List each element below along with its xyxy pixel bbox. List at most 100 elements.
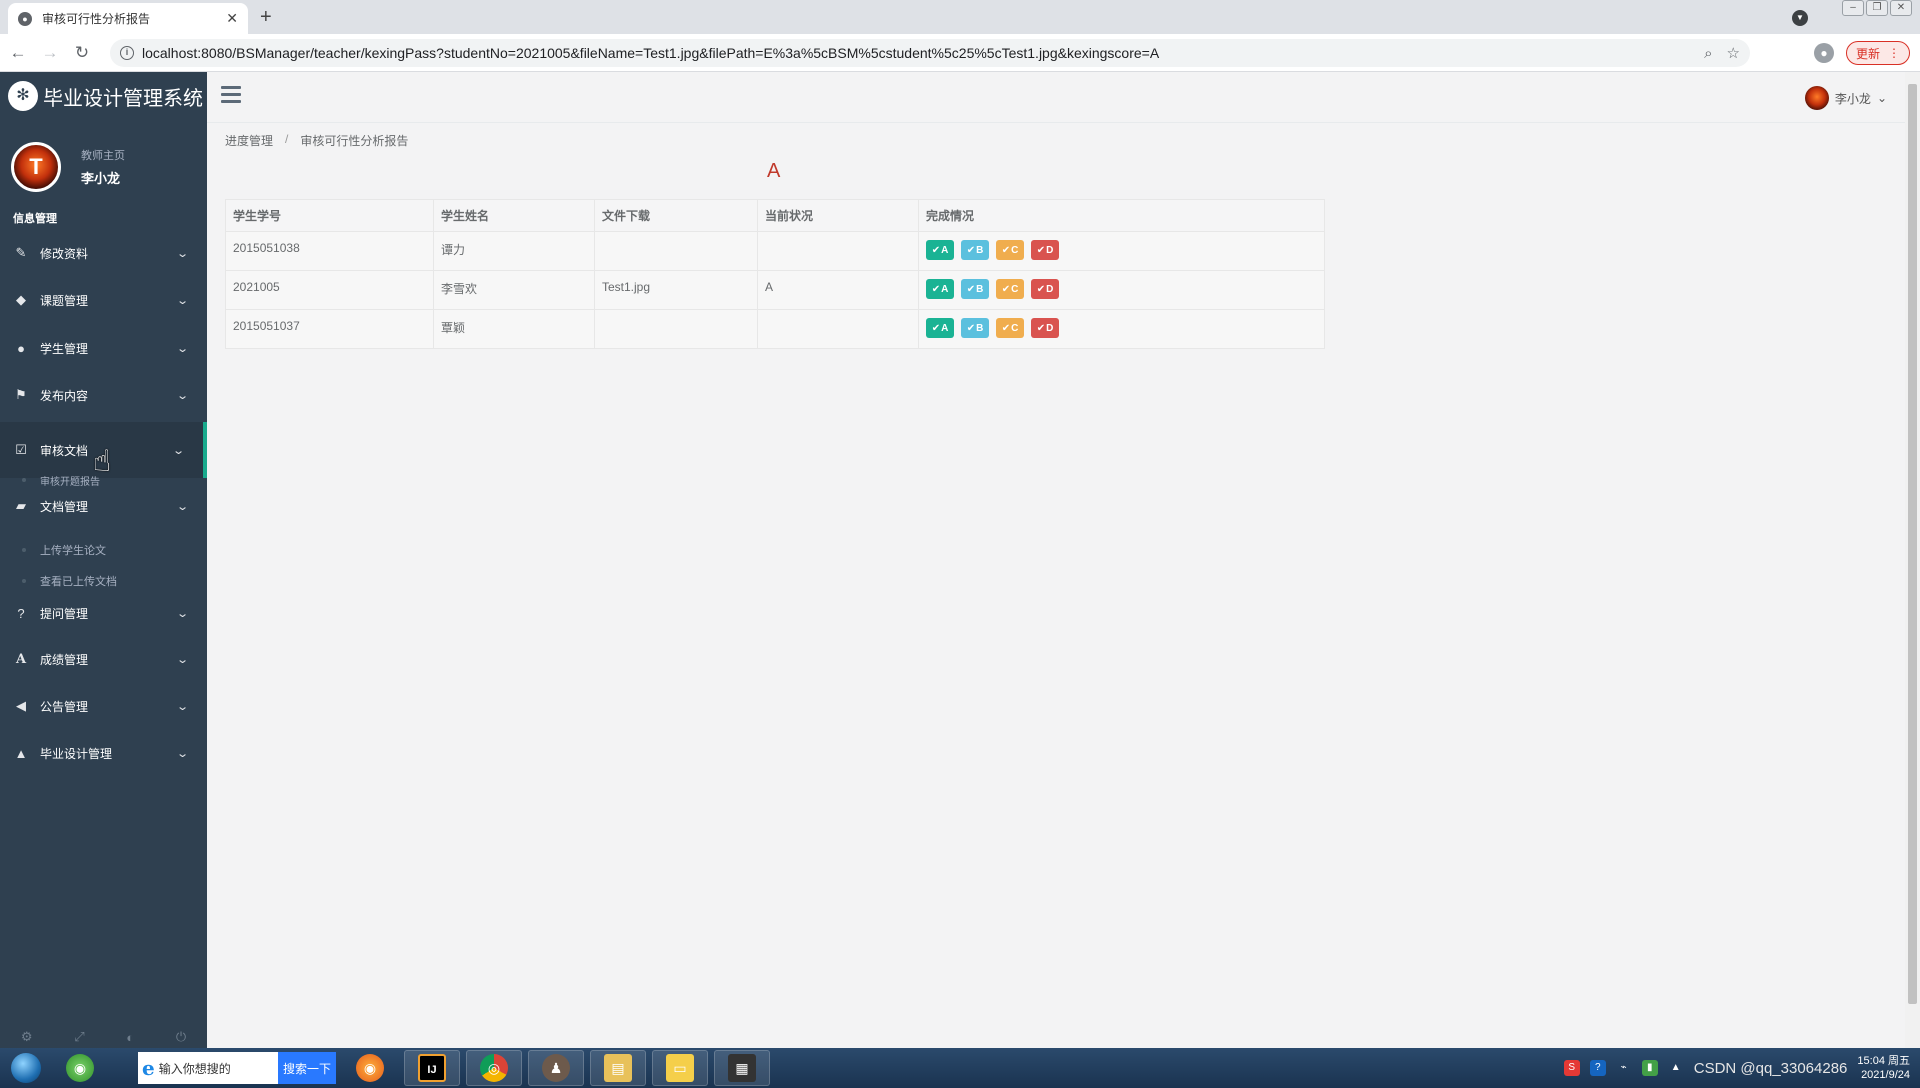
forward-icon[interactable]: → xyxy=(36,43,64,63)
grade-actions-cell: ✔ A ✔ B ✔ C ✔ D xyxy=(918,270,1325,310)
windows-logo-icon xyxy=(11,1053,41,1083)
check-icon: ✔ xyxy=(931,283,941,295)
scrollbar-thumb[interactable] xyxy=(1908,84,1917,1004)
file-download-link[interactable]: Test1.jpg xyxy=(594,270,758,310)
app-icon[interactable]: ♟ xyxy=(528,1050,584,1086)
chevron-down-icon: ⌄ xyxy=(175,747,189,760)
taskbar-search-input[interactable]: e 输入你想搜的 xyxy=(138,1052,278,1084)
browser-tab[interactable]: ● 审核可行性分析报告 ✕ xyxy=(8,3,248,34)
current-score: A xyxy=(767,160,781,182)
check-icon: ✔ xyxy=(1036,244,1046,256)
firefox-icon[interactable]: ◉ xyxy=(342,1050,398,1086)
power-icon[interactable]: ⏻ xyxy=(176,1029,186,1045)
file-explorer-icon[interactable]: ▤ xyxy=(590,1050,646,1086)
tray-expand-icon[interactable]: ▲ xyxy=(1668,1060,1684,1076)
close-window-button[interactable]: ✕ xyxy=(1890,0,1912,16)
info-icon[interactable]: i xyxy=(120,46,134,60)
profile-name[interactable]: 李小龙 xyxy=(81,168,125,187)
sidebar-item-announcements[interactable]: ◀ 公告管理 ⌄ xyxy=(0,686,207,726)
chrome-icon[interactable]: ◎ xyxy=(466,1050,522,1086)
browser-360-icon[interactable]: ◉ xyxy=(52,1050,108,1086)
back-icon[interactable]: ← xyxy=(4,43,32,63)
clock-time: 15:04 周五 xyxy=(1857,1055,1910,1067)
column-header: 文件下载 xyxy=(594,199,758,232)
student-no-cell: 2021005 xyxy=(225,270,434,310)
window-controls: – ❐ ✕ xyxy=(1842,0,1912,16)
student-no-cell: 2015051038 xyxy=(225,231,434,271)
sogou-input-icon[interactable]: S xyxy=(1563,1060,1580,1076)
network-icon[interactable]: ⌁ xyxy=(1616,1060,1632,1076)
check-icon: ✔ xyxy=(931,322,941,334)
clock[interactable]: 15:04 周五 2021/9/24 xyxy=(1857,1054,1910,1082)
folder-icon[interactable]: ▭ xyxy=(652,1050,708,1086)
minimize-button[interactable]: – xyxy=(1842,0,1864,16)
settings-icon[interactable]: ⚙ xyxy=(21,1029,33,1045)
avatar[interactable]: T xyxy=(11,142,61,192)
status-cell xyxy=(757,231,919,271)
submenu-label: 查看已上传文档 xyxy=(40,576,117,588)
file-download-link[interactable] xyxy=(594,231,758,271)
grade-a-button[interactable]: ✔ A xyxy=(926,318,954,338)
grade-c-button[interactable]: ✔ C xyxy=(996,318,1024,338)
student-no-cell: 2015051037 xyxy=(225,309,434,349)
sidebar-item-publish[interactable]: ⚑ 发布内容 ⌄ xyxy=(0,375,207,415)
sidebar-item-graduation-design[interactable]: ▲ 毕业设计管理 ⌄ xyxy=(0,733,207,773)
menu-toggle-icon[interactable] xyxy=(221,86,241,107)
grade-d-button[interactable]: ✔ D xyxy=(1031,318,1059,338)
ie-icon: e xyxy=(142,1056,155,1080)
check-icon: ✔ xyxy=(931,244,941,256)
file-download-link[interactable] xyxy=(594,309,758,349)
grade-c-button[interactable]: ✔ C xyxy=(996,279,1024,299)
sidebar-item-edit-profile[interactable]: ✎ 修改资料 ⌄ xyxy=(0,233,207,273)
new-tab-button[interactable]: + xyxy=(260,5,272,29)
sidebar-item-label: 毕业设计管理 xyxy=(40,746,113,761)
user-dropdown[interactable]: 李小龙 ⌄ xyxy=(1804,86,1887,110)
check-icon: ✔ xyxy=(1001,322,1011,334)
chevron-down-icon: ⌄ xyxy=(171,444,185,457)
reload-icon[interactable]: ↻ xyxy=(68,43,96,63)
zoom-icon[interactable]: ⌕ xyxy=(1704,45,1712,62)
grade-a-button[interactable]: ✔ A xyxy=(926,279,954,299)
url-input[interactable]: i localhost:8080/BSManager/teacher/kexin… xyxy=(110,39,1750,67)
grade-a-button[interactable]: ✔ A xyxy=(926,240,954,260)
table-row: 2015051037 覃颖 ✔ A ✔ B ✔ C ✔ D xyxy=(225,309,1325,349)
grade-label: A xyxy=(941,322,949,334)
breadcrumb-separator: / xyxy=(285,132,289,146)
submenu-upload-thesis[interactable]: 上传学生论文 xyxy=(0,538,207,562)
more-menu-icon[interactable]: ⋮ xyxy=(1888,46,1900,60)
student-name-cell: 覃颖 xyxy=(433,309,595,349)
help-icon[interactable]: ? xyxy=(1589,1060,1606,1076)
update-button[interactable]: 更新 ⋮ xyxy=(1846,41,1910,65)
chevron-down-icon: ⌄ xyxy=(1876,91,1887,105)
sidebar-item-topics[interactable]: ◆ 课题管理 ⌄ xyxy=(0,280,207,320)
intellij-icon[interactable]: IJ xyxy=(404,1050,460,1086)
grade-b-button[interactable]: ✔ B xyxy=(961,279,989,299)
start-button[interactable] xyxy=(6,1048,46,1088)
terminal-icon[interactable]: ▦ xyxy=(714,1050,770,1086)
tab-title: 审核可行性分析报告 xyxy=(42,12,151,26)
sidebar-item-students[interactable]: ● 学生管理 ⌄ xyxy=(0,328,207,368)
grade-label: A xyxy=(941,283,949,295)
breadcrumb-item[interactable]: 进度管理 xyxy=(225,132,273,149)
sidebar-item-grades[interactable]: A 成绩管理 ⌄ xyxy=(0,639,207,679)
search-button[interactable]: 搜索一下 xyxy=(278,1052,336,1084)
submenu-view-uploaded[interactable]: 查看已上传文档 xyxy=(0,569,207,593)
profile-icon[interactable]: ● xyxy=(1814,43,1834,63)
sidebar-item-questions[interactable]: ? 提问管理 ⌄ xyxy=(0,593,207,633)
grade-b-button[interactable]: ✔ B xyxy=(961,318,989,338)
grade-b-button[interactable]: ✔ B xyxy=(961,240,989,260)
grade-label: A xyxy=(941,244,949,256)
grade-c-button[interactable]: ✔ C xyxy=(996,240,1024,260)
fullscreen-icon[interactable]: ⤢ xyxy=(74,1029,84,1045)
url-text: localhost:8080/BSManager/teacher/kexingP… xyxy=(142,45,1160,61)
sidebar-item-doc-management[interactable]: ▰ 文档管理 ⌄ xyxy=(0,488,207,524)
tab-search-icon[interactable]: ▼ xyxy=(1792,10,1808,26)
close-tab-icon[interactable]: ✕ xyxy=(226,10,238,27)
bookmark-star-icon[interactable]: ☆ xyxy=(1727,44,1740,62)
restore-button[interactable]: ❐ xyxy=(1866,0,1888,16)
page-scrollbar[interactable] xyxy=(1905,72,1920,1048)
battery-icon[interactable]: ▮ xyxy=(1641,1060,1658,1076)
grade-d-button[interactable]: ✔ D xyxy=(1031,240,1059,260)
grade-d-button[interactable]: ✔ D xyxy=(1031,279,1059,299)
lock-icon[interactable]: ◐ xyxy=(126,1030,134,1045)
